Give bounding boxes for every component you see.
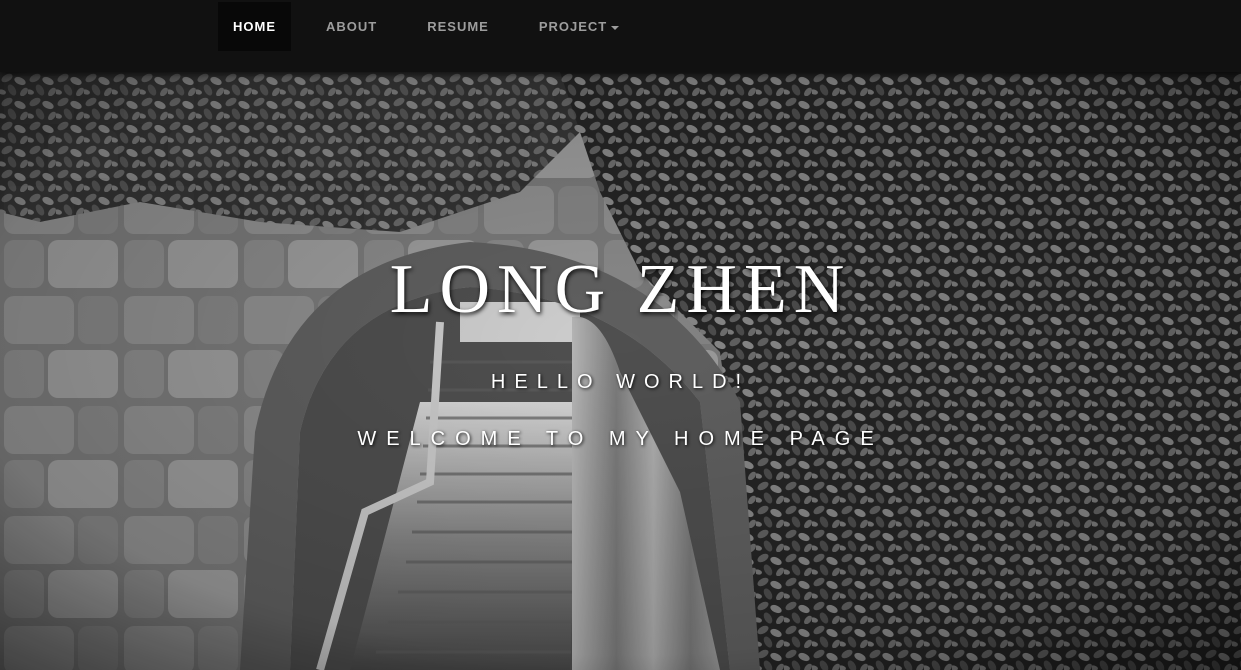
nav-home-link[interactable]: HOME: [218, 2, 291, 51]
hero-title: LONG ZHEN: [389, 251, 852, 328]
nav-project-dropdown[interactable]: PROJECT: [524, 2, 634, 51]
nav-resume-label: RESUME: [427, 19, 489, 34]
hero-section: LONG ZHEN HELLO WORLD! WELCOME TO MY HOM…: [0, 72, 1241, 670]
top-navbar: HOME ABOUT RESUME PROJECT: [0, 0, 1241, 72]
nav-list: HOME ABOUT RESUME PROJECT: [218, 2, 654, 51]
nav-about-link[interactable]: ABOUT: [311, 2, 392, 51]
hero-subtitle-hello: HELLO WORLD!: [490, 371, 751, 393]
nav-resume-link[interactable]: RESUME: [412, 2, 504, 51]
nav-project-label: PROJECT: [538, 19, 608, 34]
caret-down-icon: [611, 25, 620, 30]
nav-home-label: HOME: [233, 19, 276, 34]
nav-about-label: ABOUT: [326, 19, 378, 34]
hero-subtitle-welcome: WELCOME TO MY HOME PAGE: [357, 428, 884, 450]
